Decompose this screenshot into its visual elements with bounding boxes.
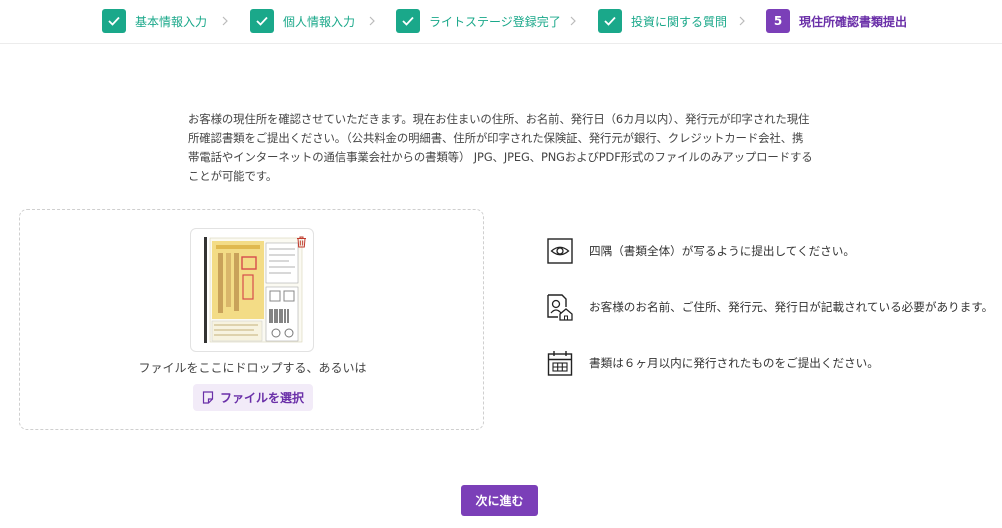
chevron-right-icon: [566, 13, 580, 29]
check-icon: [396, 9, 420, 33]
tip-required-info: お客様のお名前、ご住所、発行元、発行日が記載されている必要があります。: [546, 293, 993, 321]
select-file-label: ファイルを選択: [219, 391, 304, 405]
check-icon: [598, 9, 622, 33]
progress-stepper: 基本情報入力 個人情報入力 ライトステージ登録完了 投資に関する質問 5 現住所…: [0, 0, 1002, 44]
tip-full-document: 四隅（書類全体）が写るように提出してください。: [546, 237, 855, 265]
chevron-right-icon: [735, 13, 749, 29]
drop-instructions: ファイルをここにドロップする、あるいは: [138, 361, 367, 375]
step-label: 基本情報入力: [135, 14, 208, 29]
calendar-icon: [546, 349, 574, 377]
document-preview-image: [196, 235, 306, 345]
instructions-text: お客様の現住所を確認させていただきます。現在お住まいの住所、お名前、発行日（6カ…: [188, 112, 813, 183]
step-basic-info: 基本情報入力: [102, 8, 207, 34]
step-address-documents: 5 現住所確認書類提出: [766, 8, 907, 34]
chevron-right-icon: [218, 13, 232, 29]
step-label: ライトステージ登録完了: [429, 14, 561, 29]
step-number-badge: 5: [766, 9, 790, 33]
step-personal-info: 個人情報入力: [250, 8, 355, 34]
next-button[interactable]: 次に進む: [461, 485, 538, 516]
select-file-button[interactable]: ファイルを選択: [193, 384, 313, 411]
step-light-stage: ライトステージ登録完了: [396, 8, 561, 34]
eye-icon: [546, 237, 574, 265]
file-icon: [202, 391, 214, 404]
file-dropzone[interactable]: ファイルをここにドロップする、あるいは ファイルを選択: [19, 209, 484, 430]
tip-text: お客様のお名前、ご住所、発行元、発行日が記載されている必要があります。: [589, 300, 994, 314]
step-label: 現住所確認書類提出: [799, 14, 908, 29]
chevron-right-icon: [365, 13, 379, 29]
tip-text: 書類は６ヶ月以内に発行されたものをご提出ください。: [589, 356, 879, 370]
step-label: 投資に関する質問: [631, 14, 728, 29]
tip-text: 四隅（書類全体）が写るように提出してください。: [589, 244, 855, 258]
check-icon: [102, 9, 126, 33]
uploaded-file-thumbnail: [190, 228, 314, 352]
step-label: 個人情報入力: [283, 14, 356, 29]
tip-six-months: 書類は６ヶ月以内に発行されたものをご提出ください。: [546, 349, 879, 377]
step-investment-questions: 投資に関する質問: [598, 8, 727, 34]
delete-file-icon[interactable]: [296, 233, 307, 252]
check-icon: [250, 9, 274, 33]
person-home-icon: [546, 293, 574, 321]
